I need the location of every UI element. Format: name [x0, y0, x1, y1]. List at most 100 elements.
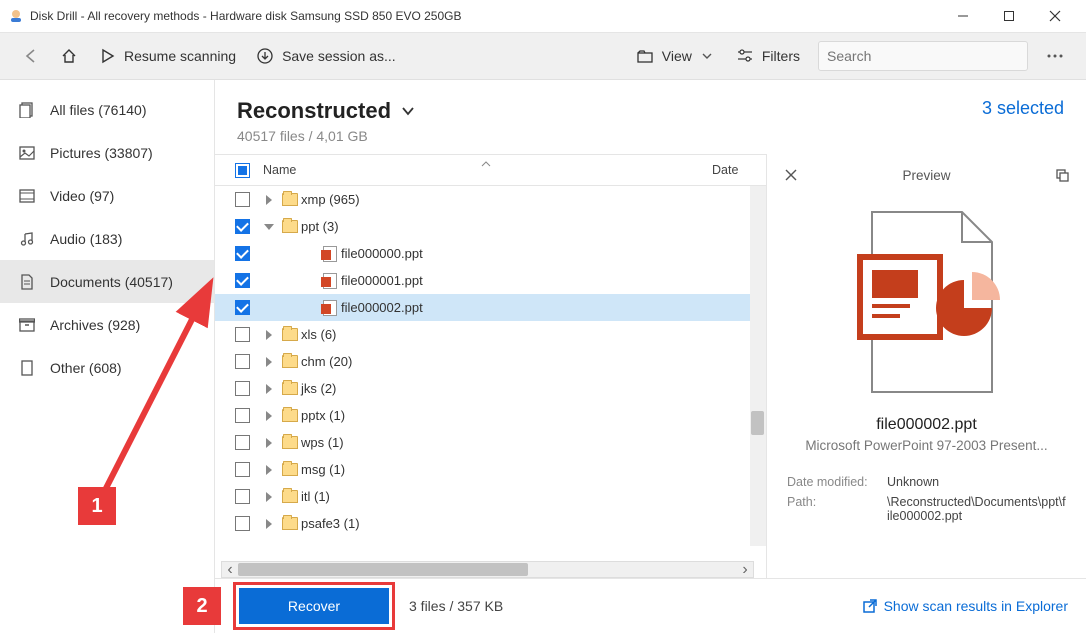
expand-icon[interactable] — [259, 519, 279, 529]
scroll-left-arrow[interactable]: ‹ — [222, 562, 238, 577]
window-minimize-button[interactable] — [940, 0, 986, 33]
back-arrow-icon — [22, 47, 40, 65]
file-row[interactable]: jks (2) — [215, 375, 766, 402]
expand-icon[interactable] — [259, 330, 279, 340]
file-name: file000002.ppt — [341, 300, 756, 315]
window-maximize-button[interactable] — [986, 0, 1032, 33]
list-header: Name Date — [215, 154, 766, 186]
expand-icon[interactable] — [259, 357, 279, 367]
preview-popout-button[interactable] — [1050, 168, 1074, 182]
scroll-right-arrow[interactable]: › — [737, 562, 753, 577]
horizontal-scrollbar[interactable]: ‹ › — [221, 561, 754, 578]
file-row[interactable]: xmp (965) — [215, 186, 766, 213]
chevron-down-icon — [698, 47, 716, 65]
annotation-highlight-recover: Recover — [233, 582, 395, 630]
expand-icon[interactable] — [259, 195, 279, 205]
filters-button[interactable]: Filters — [726, 38, 810, 74]
main-title-label: Reconstructed — [237, 98, 391, 124]
row-checkbox[interactable] — [225, 462, 259, 477]
row-checkbox[interactable] — [225, 516, 259, 531]
home-icon — [60, 47, 78, 65]
ppt-icon — [319, 273, 341, 289]
file-row[interactable]: pptx (1) — [215, 402, 766, 429]
more-button[interactable] — [1036, 38, 1074, 74]
resume-scanning-button[interactable]: Resume scanning — [88, 38, 246, 74]
file-row[interactable]: xls (6) — [215, 321, 766, 348]
file-row[interactable]: file000000.ppt — [215, 240, 766, 267]
sidebar-item-audio[interactable]: Audio (183) — [0, 217, 214, 260]
row-checkbox[interactable] — [225, 246, 259, 261]
vertical-scrollbar[interactable] — [750, 186, 766, 546]
show-in-explorer-link[interactable]: Show scan results in Explorer — [862, 598, 1068, 614]
scrollbar-thumb[interactable] — [751, 411, 764, 435]
file-name: itl (1) — [301, 489, 756, 504]
column-name-header[interactable]: Name — [259, 163, 712, 177]
selected-count[interactable]: 3 selected — [982, 98, 1064, 119]
sidebar-item-archives[interactable]: Archives (928) — [0, 303, 214, 346]
sidebar-item-video[interactable]: Video (97) — [0, 174, 214, 217]
file-row[interactable]: file000001.ppt — [215, 267, 766, 294]
folder-icon — [279, 409, 301, 422]
main-subtitle: 40517 files / 4,01 GB — [237, 128, 982, 144]
save-session-button[interactable]: Save session as... — [246, 38, 406, 74]
expand-icon[interactable] — [259, 384, 279, 394]
file-list[interactable]: xmp (965) ppt (3) file000000.pptfile000001… — [215, 186, 766, 560]
file-row[interactable]: file000002.ppt — [215, 294, 766, 321]
folder-icon — [279, 193, 301, 206]
file-name: wps (1) — [301, 435, 756, 450]
recover-button[interactable]: Recover — [239, 588, 389, 624]
video-icon — [18, 189, 36, 203]
row-checkbox[interactable] — [225, 219, 259, 234]
file-row[interactable]: wps (1) — [215, 429, 766, 456]
row-checkbox[interactable] — [225, 273, 259, 288]
sidebar-item-pictures[interactable]: Pictures (33807) — [0, 131, 214, 174]
main-header: Reconstructed 40517 files / 4,01 GB 3 se… — [215, 80, 1086, 154]
search-input[interactable] — [827, 48, 1019, 64]
file-row[interactable]: psafe3 (1) — [215, 510, 766, 537]
select-all-checkbox[interactable] — [225, 163, 259, 178]
main-title-dropdown[interactable]: Reconstructed — [237, 98, 982, 124]
file-name: psafe3 (1) — [301, 516, 756, 531]
row-checkbox[interactable] — [225, 192, 259, 207]
file-row[interactable]: chm (20) — [215, 348, 766, 375]
file-row[interactable]: msg (1) — [215, 456, 766, 483]
external-link-icon — [862, 598, 878, 614]
sidebar: All files (76140) Pictures (33807) Video… — [0, 80, 215, 633]
save-session-label: Save session as... — [282, 48, 396, 64]
row-checkbox[interactable] — [225, 381, 259, 396]
file-row[interactable]: ppt (3) — [215, 213, 766, 240]
row-checkbox[interactable] — [225, 327, 259, 342]
preview-close-button[interactable] — [779, 168, 803, 182]
expand-icon[interactable] — [259, 438, 279, 448]
audio-icon — [18, 231, 36, 247]
row-checkbox[interactable] — [225, 489, 259, 504]
row-checkbox[interactable] — [225, 300, 259, 315]
sidebar-item-documents[interactable]: Documents (40517) — [0, 260, 214, 303]
column-date-header[interactable]: Date — [712, 163, 756, 177]
resume-scanning-label: Resume scanning — [124, 48, 236, 64]
home-button[interactable] — [50, 38, 88, 74]
file-name: ppt (3) — [301, 219, 756, 234]
sidebar-item-other[interactable]: Other (608) — [0, 346, 214, 389]
folder-icon — [279, 220, 301, 233]
folder-icon — [279, 328, 301, 341]
expand-icon[interactable] — [259, 411, 279, 421]
preview-title: Preview — [803, 168, 1050, 183]
row-checkbox[interactable] — [225, 435, 259, 450]
expand-icon[interactable] — [259, 492, 279, 502]
scrollbar-thumb[interactable] — [238, 563, 528, 576]
image-icon — [18, 146, 36, 160]
collapse-icon[interactable] — [259, 224, 279, 230]
sidebar-item-label: Documents (40517) — [50, 274, 173, 290]
folder-icon — [279, 517, 301, 530]
row-checkbox[interactable] — [225, 408, 259, 423]
preview-filename: file000002.ppt — [876, 416, 977, 434]
file-row[interactable]: itl (1) — [215, 483, 766, 510]
back-button[interactable] — [12, 38, 50, 74]
window-close-button[interactable] — [1032, 0, 1078, 33]
row-checkbox[interactable] — [225, 354, 259, 369]
view-button[interactable]: View — [626, 38, 726, 74]
expand-icon[interactable] — [259, 465, 279, 475]
sidebar-item-all-files[interactable]: All files (76140) — [0, 88, 214, 131]
search-box[interactable] — [818, 41, 1028, 71]
